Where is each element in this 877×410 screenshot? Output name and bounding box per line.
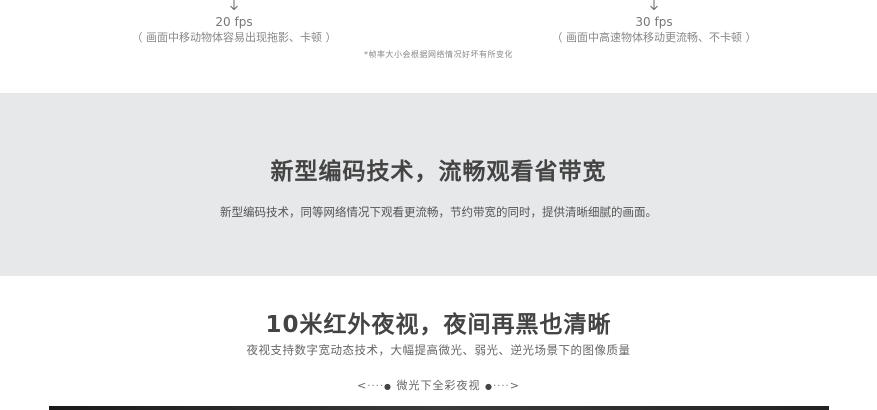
night-vision-title: 10米红外夜视，夜间再黑也清晰 [265,312,612,338]
dot-right-icon: ● [485,382,493,391]
fps-20-description: （ 画面中移动物体容易出现拖影、卡顿 ） [131,31,337,44]
fps-30-description: （ 画面中高速物体移动更流畅、不卡顿 ） [551,31,757,44]
fps-20-column: 20 fps （ 画面中移动物体容易出现拖影、卡顿 ） [74,0,394,46]
fps-20-value: 20 fps [215,15,253,29]
codec-description: 新型编码技术，同等网络情况下观看更流畅，节约带宽的同时，提供清晰细腻的画面。 [220,205,657,219]
fps-30-value: 30 fps [635,15,673,29]
fps-30-column: 30 fps （ 画面中高速物体移动更流畅、不卡顿 ） [494,0,814,46]
arrow-down-icon [650,0,658,11]
arrow-left-icon[interactable]: < [357,379,367,392]
dotted-line-right: ···· [492,381,510,392]
dot-left-icon: ● [384,382,392,391]
fps-footnote: *帧率大小会根据网络情况好坏有所变化 [364,50,513,59]
arrow-right-icon[interactable]: > [510,379,520,392]
night-mode-switcher[interactable]: <····● 微光下全彩夜视 ●····> [0,377,877,393]
night-mode-label[interactable]: 微光下全彩夜视 [397,379,481,392]
arrow-down-icon [230,0,238,11]
codec-title: 新型编码技术，流畅观看省带宽 [270,159,607,185]
dotted-line-left: ···· [367,381,385,392]
night-vision-image [49,406,829,410]
fps-comparison-section: 20 fps （ 画面中移动物体容易出现拖影、卡顿 ） 30 fps （ 画面中… [0,0,877,93]
night-vision-description: 夜视支持数字宽动态技术，大幅提高微光、弱光、逆光场景下的图像质量 [246,343,631,357]
